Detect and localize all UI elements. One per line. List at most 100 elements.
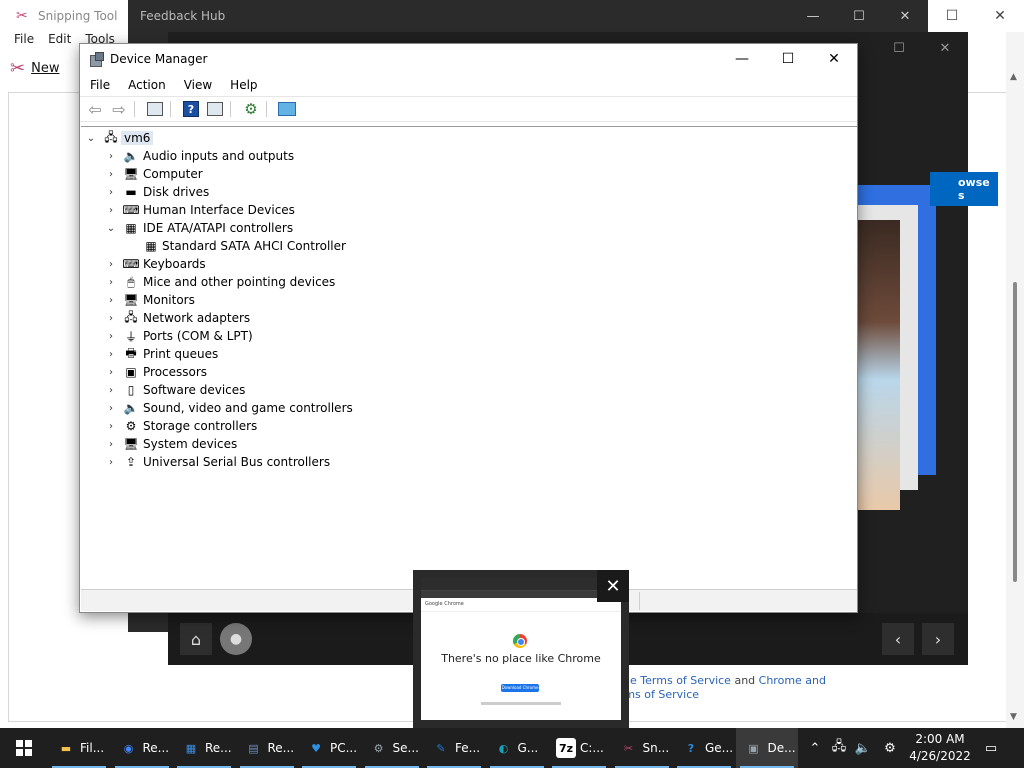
previous-button[interactable]: ‹	[882, 623, 914, 655]
get-help-window-controls: ☐ ✕	[876, 32, 968, 64]
chevron-right-icon[interactable]: ›	[105, 331, 117, 342]
tree-category[interactable]: › ⏚ Ports (COM & LPT)	[81, 327, 857, 345]
taskbar-app-button[interactable]: ◐ G...	[486, 728, 548, 768]
taskbar-app-button[interactable]: ▬ Fil...	[48, 728, 110, 768]
menu-file[interactable]: File	[90, 78, 110, 92]
taskbar-app-button[interactable]: 7z C:...	[548, 728, 610, 768]
chevron-right-icon[interactable]: ›	[105, 439, 117, 450]
tree-category[interactable]: › ▣ Processors	[81, 363, 857, 381]
taskbar-app-button[interactable]: ▣ De...	[735, 728, 798, 768]
scroll-down-icon[interactable]: ▼	[1010, 712, 1017, 722]
chrome-terms-link[interactable]: Chrome and	[759, 674, 826, 687]
snip-maximize-button[interactable]: ☐	[928, 0, 976, 32]
taskbar-app-button[interactable]: ⚙ Se...	[361, 728, 423, 768]
chevron-right-icon[interactable]: ›	[105, 367, 117, 378]
properties-button[interactable]	[204, 99, 226, 119]
chevron-right-icon[interactable]: ›	[105, 421, 117, 432]
next-button[interactable]: ›	[922, 623, 954, 655]
chevron-right-icon[interactable]: ›	[105, 295, 117, 306]
notifications-button[interactable]: ▭	[978, 728, 1004, 768]
tree-category[interactable]: › ⚙ Storage controllers	[81, 417, 857, 435]
snip-new-button[interactable]: ✂ New	[10, 58, 59, 79]
tree-category[interactable]: › 🖥 System devices	[81, 435, 857, 453]
tree-category[interactable]: › 🖶 Print queues	[81, 345, 857, 363]
terms-link-2[interactable]: rms of Service	[620, 688, 699, 701]
browse-button[interactable]: owse s	[930, 172, 998, 206]
menu-help[interactable]: Help	[230, 78, 257, 92]
fh-minimize-button[interactable]: —	[790, 0, 836, 32]
tree-category[interactable]: › ▬ Disk drives	[81, 183, 857, 201]
volume-button[interactable]: 🔈	[852, 728, 874, 768]
snip-close-button[interactable]: ✕	[976, 0, 1024, 32]
chevron-right-icon[interactable]: ›	[105, 205, 117, 216]
tree-category[interactable]: › ▯ Software devices	[81, 381, 857, 399]
chevron-down-icon[interactable]: ⌄	[105, 223, 117, 234]
tree-category[interactable]: ⌄ ▦ IDE ATA/ATAPI controllers	[81, 219, 857, 237]
fh-close-button[interactable]: ✕	[882, 0, 928, 32]
chevron-down-icon[interactable]: ⌄	[85, 133, 97, 144]
chevron-right-icon[interactable]: ›	[105, 259, 117, 270]
taskbar-app-button[interactable]: ✎ Fe...	[423, 728, 485, 768]
device-manager-icon	[88, 51, 104, 67]
thumbnail-close-button[interactable]: ✕	[597, 570, 629, 602]
tree-category[interactable]: › ⌨ Human Interface Devices	[81, 201, 857, 219]
chevron-right-icon[interactable]: ›	[105, 277, 117, 288]
tree-category[interactable]: › 🔈 Audio inputs and outputs	[81, 147, 857, 165]
fh-maximize-button[interactable]: ☐	[836, 0, 882, 32]
menu-action[interactable]: Action	[128, 78, 166, 92]
snip-menu-edit[interactable]: Edit	[48, 32, 71, 52]
device-manager-titlebar[interactable]: Device Manager — ☐ ✕	[80, 44, 857, 74]
dm-minimize-button[interactable]: —	[719, 44, 765, 74]
settings-tray-button[interactable]: ⚙	[878, 728, 902, 768]
tree-category[interactable]: › ⇪ Universal Serial Bus controllers	[81, 453, 857, 471]
taskbar-app-button[interactable]: ◉ Re...	[111, 728, 173, 768]
show-hidden-icons-button[interactable]: ⌃	[806, 728, 824, 768]
gh-maximize-button[interactable]: ☐	[876, 32, 922, 64]
taskbar-app-button[interactable]: ▤ Re...	[236, 728, 298, 768]
taskbar-app-button[interactable]: ♥ PC...	[298, 728, 360, 768]
start-button[interactable]	[0, 728, 48, 768]
dm-maximize-button[interactable]: ☐	[765, 44, 811, 74]
tree-category[interactable]: › 🖧 Network adapters	[81, 309, 857, 327]
tree-category[interactable]: › ⌨ Keyboards	[81, 255, 857, 273]
network-button[interactable]: 🖧	[828, 728, 850, 768]
forward-button[interactable]: ⇨	[108, 99, 130, 119]
taskbar-app-button[interactable]: ▦ Re...	[173, 728, 235, 768]
taskbar-app-button[interactable]: ✂ Sn...	[611, 728, 673, 768]
help-button[interactable]: ?	[180, 99, 202, 119]
chevron-right-icon[interactable]: ›	[105, 169, 117, 180]
chevron-right-icon[interactable]: ›	[105, 313, 117, 324]
terms-link[interactable]: gle Terms of Service	[620, 674, 731, 687]
taskbar-app-button[interactable]: ? Ge...	[673, 728, 735, 768]
scroll-up-icon[interactable]: ▲	[1010, 72, 1017, 82]
chevron-right-icon[interactable]: ›	[105, 403, 117, 414]
tree-root[interactable]: ⌄ 🖧 vm6	[81, 129, 857, 147]
chevron-right-icon[interactable]: ›	[105, 457, 117, 468]
home-button[interactable]: ⌂	[180, 623, 212, 655]
computer-icon: 🖥	[123, 167, 139, 181]
tree-category[interactable]: › 🖱 Mice and other pointing devices	[81, 273, 857, 291]
chevron-right-icon[interactable]: ›	[105, 385, 117, 396]
tree-category[interactable]: › 🖥 Computer	[81, 165, 857, 183]
account-button[interactable]: ●	[220, 623, 252, 655]
update-driver-button[interactable]: ⚙	[240, 99, 262, 119]
snip-scrollbar[interactable]: ▲ ▼	[1006, 32, 1024, 728]
clock[interactable]: 2:00 AM 4/26/2022	[908, 731, 972, 765]
scan-hardware-button[interactable]	[276, 99, 298, 119]
chevron-right-icon[interactable]: ›	[105, 349, 117, 360]
dm-close-button[interactable]: ✕	[811, 44, 857, 74]
snip-menu-file[interactable]: File	[14, 32, 34, 52]
tree-device[interactable]: ▦ Standard SATA AHCI Controller	[81, 237, 857, 255]
tree-category-label: Processors	[143, 365, 208, 379]
gh-close-button[interactable]: ✕	[922, 32, 968, 64]
show-hide-console-tree-button[interactable]	[144, 99, 166, 119]
menu-view[interactable]: View	[184, 78, 212, 92]
back-button[interactable]: ⇦	[84, 99, 106, 119]
tree-category[interactable]: › 🖥 Monitors	[81, 291, 857, 309]
tree-category[interactable]: › 🔈 Sound, video and game controllers	[81, 399, 857, 417]
scroll-thumb[interactable]	[1013, 282, 1017, 582]
chevron-right-icon[interactable]: ›	[105, 151, 117, 162]
taskbar-thumbnail-preview[interactable]: Google Chrome There's no place like Chro…	[413, 570, 629, 728]
chevron-right-icon[interactable]: ›	[105, 187, 117, 198]
taskbar-app-label: Fil...	[80, 741, 105, 755]
